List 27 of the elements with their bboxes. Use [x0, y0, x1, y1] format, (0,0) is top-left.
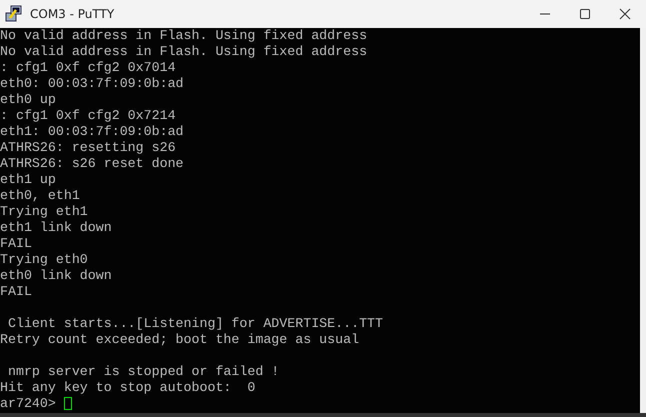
terminal-line: eth0: 00:03:7f:09:0b:ad — [0, 76, 184, 91]
terminal-line: No valid address in Flash. Using fixed address — [0, 28, 368, 43]
maximize-icon[interactable] — [579, 8, 591, 20]
terminal-line: Retry count exceeded; boot the image as usual — [0, 332, 360, 347]
terminal-line: eth0, eth1 — [0, 188, 80, 203]
command-prompt: ar7240> — [0, 396, 57, 411]
terminal-line: FAIL — [0, 284, 32, 299]
terminal-line: ATHRS26: s26 reset done — [0, 156, 184, 171]
text-cursor — [64, 396, 72, 410]
terminal-line: Hit any key to stop autoboot: 0 — [0, 380, 256, 395]
terminal-line: ATHRS26: resetting s26 — [0, 140, 176, 155]
window-title: COM3 - PuTTY — [30, 7, 114, 21]
terminal-line: eth1 link down — [0, 220, 112, 235]
close-icon[interactable] — [619, 8, 631, 20]
terminal-line: FAIL — [0, 236, 32, 251]
putty-icon — [4, 4, 24, 24]
terminal-line: Client starts...[Listening] for ADVERTISE...TTT — [6, 316, 384, 331]
terminal-line: : cfg1 0xf cfg2 0x7214 — [0, 108, 176, 123]
terminal-line: eth1 up — [0, 172, 56, 187]
terminal-line: Trying eth0 — [0, 252, 88, 267]
terminal-line: eth1: 00:03:7f:09:0b:ad — [0, 124, 184, 139]
terminal-line: nmrp server is stopped or failed ! — [6, 364, 280, 379]
terminal-line: No valid address in Flash. Using fixed address — [0, 44, 368, 59]
terminal-line: : cfg1 0xf cfg2 0x7014 — [0, 60, 176, 75]
terminal-line: eth0 up — [0, 92, 56, 107]
terminal-line: Trying eth1 — [0, 204, 88, 219]
terminal-line: eth0 link down — [0, 268, 112, 283]
